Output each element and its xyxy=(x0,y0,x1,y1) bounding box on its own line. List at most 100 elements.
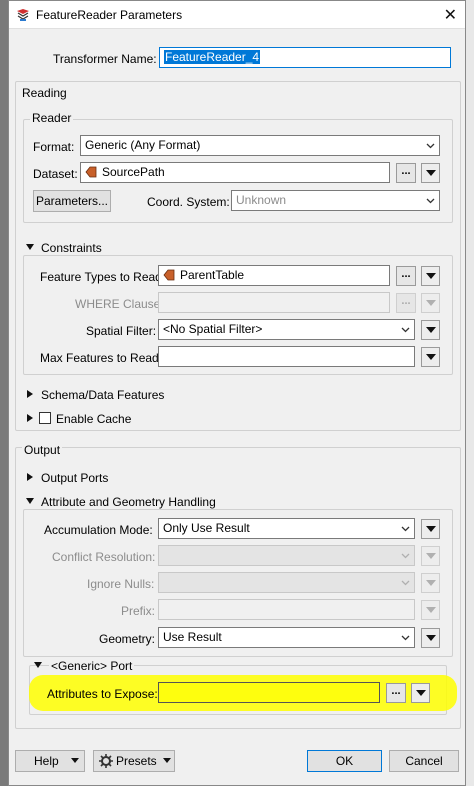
prefix-menu-button[interactable] xyxy=(421,600,440,620)
dataset-browse-button[interactable]: ... xyxy=(396,163,416,183)
triangle-down-icon xyxy=(163,758,171,763)
chevron-down-icon xyxy=(401,551,410,560)
cache-expand-icon[interactable] xyxy=(27,414,33,422)
coord-system-combo[interactable]: Unknown xyxy=(231,190,440,211)
gear-icon xyxy=(99,754,113,774)
spatial-filter-label: Spatial Filter: xyxy=(86,324,157,338)
triangle-down-icon xyxy=(426,300,436,306)
dataset-value: SourcePath xyxy=(102,165,165,179)
ok-button[interactable]: OK xyxy=(307,750,382,772)
prefix-input[interactable] xyxy=(158,599,415,620)
reader-title: Reader xyxy=(30,111,74,125)
help-button[interactable]: Help xyxy=(15,750,85,772)
feature-types-menu-button[interactable] xyxy=(421,266,440,286)
schema-data-features-title[interactable]: Schema/Data Features xyxy=(41,388,164,402)
triangle-down-icon xyxy=(426,635,436,641)
chevron-down-icon xyxy=(401,524,410,533)
schema-expand-icon[interactable] xyxy=(27,390,33,398)
dataset-input[interactable]: SourcePath xyxy=(80,162,390,183)
attributes-to-expose-input[interactable] xyxy=(158,682,380,703)
attr-geom-title[interactable]: Attribute and Geometry Handling xyxy=(41,495,216,509)
where-clause-menu-button[interactable] xyxy=(421,293,440,313)
triangle-down-icon xyxy=(71,758,79,763)
geometry-value: Use Result xyxy=(163,630,222,644)
dataset-menu-button[interactable] xyxy=(421,163,440,183)
chevron-down-icon xyxy=(401,325,410,334)
triangle-down-icon xyxy=(426,553,436,559)
accumulation-mode-menu-button[interactable] xyxy=(421,519,440,539)
geometry-combo[interactable]: Use Result xyxy=(158,627,415,648)
accumulation-mode-label: Accumulation Mode: xyxy=(44,523,153,537)
format-value: Generic (Any Format) xyxy=(85,138,201,152)
background-window-left xyxy=(0,0,8,786)
conflict-resolution-menu-button[interactable] xyxy=(421,546,440,566)
help-label: Help xyxy=(34,754,59,768)
where-clause-browse-button[interactable]: ... xyxy=(396,293,416,313)
title-bar: FeatureReader Parameters ✕ xyxy=(9,1,465,29)
ignore-nulls-combo[interactable] xyxy=(158,572,415,593)
accumulation-mode-combo[interactable]: Only Use Result xyxy=(158,518,415,539)
generic-port-expand-icon[interactable] xyxy=(34,662,42,668)
window-title: FeatureReader Parameters xyxy=(36,8,183,22)
spatial-filter-menu-button[interactable] xyxy=(421,320,440,340)
constraints-title[interactable]: Constraints xyxy=(41,241,102,255)
constraints-expand-icon[interactable] xyxy=(26,244,34,250)
spatial-filter-combo[interactable]: <No Spatial Filter> xyxy=(158,319,415,340)
attributes-to-expose-label: Attributes to Expose: xyxy=(47,687,158,701)
transformer-name-value: FeatureReader_4 xyxy=(164,50,261,64)
max-features-menu-button[interactable] xyxy=(421,347,440,367)
triangle-down-icon xyxy=(426,273,436,279)
chevron-down-icon xyxy=(401,578,410,587)
transformer-name-input[interactable]: FeatureReader_4 xyxy=(159,47,451,68)
chevron-down-icon xyxy=(426,196,435,205)
app-icon xyxy=(15,7,31,23)
format-combo[interactable]: Generic (Any Format) xyxy=(80,135,440,156)
ignore-nulls-label: Ignore Nulls: xyxy=(87,577,155,591)
feature-types-value: ParentTable xyxy=(180,268,245,282)
cancel-button[interactable]: Cancel xyxy=(389,750,459,772)
triangle-down-icon xyxy=(426,580,436,586)
conflict-resolution-label: Conflict Resolution: xyxy=(52,550,156,564)
chevron-down-icon xyxy=(401,633,410,642)
feature-types-input[interactable]: ParentTable xyxy=(158,265,390,286)
parameters-button[interactable]: Parameters... xyxy=(33,190,111,212)
output-ports-expand-icon[interactable] xyxy=(27,473,33,481)
max-features-input[interactable] xyxy=(158,346,415,367)
coord-system-value: Unknown xyxy=(236,193,287,207)
feature-types-label: Feature Types to Read: xyxy=(40,270,166,284)
coord-system-label: Coord. System: xyxy=(147,195,230,209)
prefix-label: Prefix: xyxy=(121,604,156,618)
conflict-resolution-combo[interactable] xyxy=(158,545,415,566)
attributes-menu-button[interactable] xyxy=(411,683,430,703)
output-title: Output xyxy=(22,443,63,457)
reader-icon xyxy=(163,269,175,281)
geometry-menu-button[interactable] xyxy=(421,628,440,648)
attributes-browse-button[interactable]: ... xyxy=(386,683,406,703)
close-icon[interactable]: ✕ xyxy=(444,5,457,25)
triangle-down-icon xyxy=(426,170,436,176)
dataset-label: Dataset: xyxy=(33,167,78,181)
where-clause-input[interactable] xyxy=(158,292,390,313)
output-ports-title[interactable]: Output Ports xyxy=(41,471,108,485)
dialog-window: FeatureReader Parameters ✕ Transformer N… xyxy=(8,0,466,786)
chevron-down-icon xyxy=(426,141,435,150)
triangle-down-icon xyxy=(426,327,436,333)
presets-button[interactable]: Presets xyxy=(93,750,175,772)
ignore-nulls-menu-button[interactable] xyxy=(421,573,440,593)
spatial-filter-value: <No Spatial Filter> xyxy=(163,322,263,336)
triangle-down-icon xyxy=(426,607,436,613)
generic-port-title[interactable]: <Generic> Port xyxy=(49,659,135,673)
triangle-down-icon xyxy=(426,526,436,532)
accumulation-mode-value: Only Use Result xyxy=(163,521,250,535)
presets-label: Presets xyxy=(116,754,157,768)
background-window-right xyxy=(466,0,474,786)
geometry-label: Geometry: xyxy=(99,632,156,646)
triangle-down-icon xyxy=(426,354,436,360)
reading-title: Reading xyxy=(22,86,67,100)
attr-geom-expand-icon[interactable] xyxy=(26,498,34,504)
format-label: Format: xyxy=(33,140,75,154)
enable-cache-label: Enable Cache xyxy=(56,412,132,426)
reader-icon xyxy=(85,166,97,178)
feature-types-browse-button[interactable]: ... xyxy=(396,266,416,286)
enable-cache-checkbox[interactable] xyxy=(39,412,51,424)
